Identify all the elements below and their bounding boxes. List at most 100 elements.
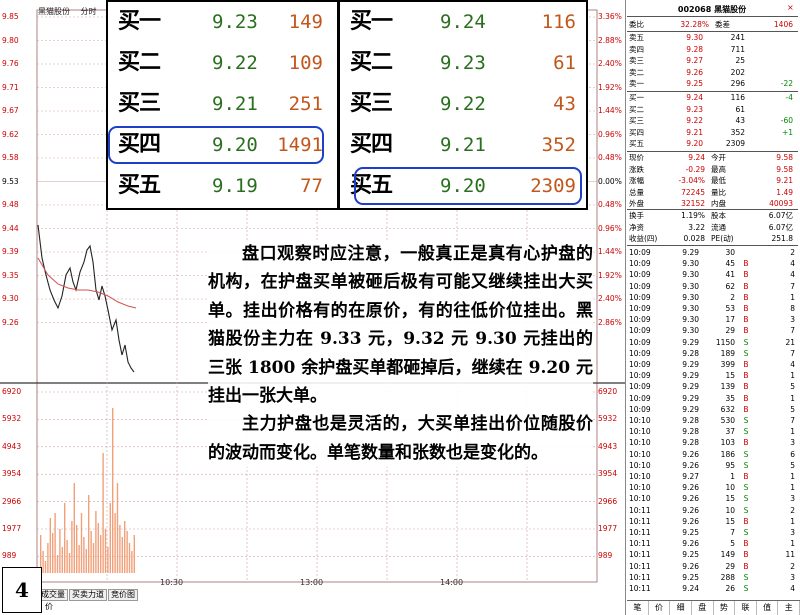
bid-row: 买三 9.22 43 bbox=[340, 84, 586, 124]
bid-price: 9.23 bbox=[440, 52, 486, 74]
trade-row: 10:11 9.25 288 S 3 bbox=[629, 573, 797, 583]
volume-tick: 4943 bbox=[598, 441, 618, 451]
trade-volume: 139 bbox=[720, 382, 735, 392]
trade-price: 9.26 bbox=[682, 561, 699, 571]
stat-label: 涨跌 bbox=[629, 164, 644, 174]
volume-bar bbox=[107, 547, 109, 573]
tab-buy-sell-force[interactable]: 买卖力道 bbox=[69, 589, 107, 601]
bid-price: 9.22 bbox=[686, 116, 703, 125]
trade-time: 10:09 bbox=[629, 292, 651, 302]
price-tick: 9.85 bbox=[2, 12, 19, 21]
trade-time: 10:09 bbox=[629, 315, 651, 325]
quote-tab[interactable]: 势 bbox=[714, 601, 736, 615]
ask-volume: 296 bbox=[730, 79, 745, 88]
bid-label: 买一 bbox=[629, 93, 644, 102]
quote-tab[interactable]: 联 bbox=[735, 601, 757, 615]
stat-value: 1.19% bbox=[681, 211, 705, 220]
divider bbox=[627, 245, 798, 246]
trade-count: 6 bbox=[790, 449, 795, 459]
trade-price: 9.25 bbox=[682, 528, 699, 537]
volume-bar bbox=[102, 453, 104, 573]
quote-tab[interactable]: 笔 bbox=[627, 601, 649, 615]
quote-row: 涨跌 -0.29 最高 9.58 bbox=[629, 165, 797, 175]
trade-price: 9.30 bbox=[682, 281, 699, 291]
bid-price: 9.24 bbox=[440, 11, 486, 33]
volume-bar bbox=[52, 533, 54, 573]
trade-price: 9.26 bbox=[682, 483, 699, 493]
bid-level-label: 买一 bbox=[350, 9, 393, 34]
stat-label: 量比 bbox=[711, 187, 726, 197]
stat-value: 0.028 bbox=[683, 234, 705, 243]
trade-count: 4 bbox=[790, 584, 795, 593]
trade-time: 10:11 bbox=[629, 516, 651, 526]
close-icon[interactable]: × bbox=[787, 3, 794, 12]
quote-tab[interactable]: 盘 bbox=[692, 601, 714, 615]
bid-level-label: 买五 bbox=[118, 173, 161, 198]
trade-count: 2 bbox=[790, 561, 795, 571]
bid-volume: 116 bbox=[541, 11, 576, 33]
trade-price: 9.29 bbox=[682, 360, 699, 369]
trade-volume: 5 bbox=[730, 539, 735, 549]
trade-time: 10:11 bbox=[629, 505, 651, 515]
trade-volume: 15 bbox=[725, 371, 735, 381]
quote-row: 净资 3.22 流通 6.07亿 bbox=[629, 223, 797, 233]
divider bbox=[627, 151, 798, 152]
trade-time: 10:11 bbox=[629, 539, 651, 549]
stat-label: 换手 bbox=[629, 211, 644, 220]
trade-time: 10:10 bbox=[629, 438, 651, 448]
bid-table-after: 买一 9.24 116 买二 9.23 61 买三 9.22 43 买四 9.21 352 买五 9.20… bbox=[338, 0, 588, 210]
volume-bar bbox=[44, 561, 47, 573]
trade-time: 10:10 bbox=[629, 416, 651, 425]
trade-count: 4 bbox=[790, 270, 795, 280]
trade-row: 10:10 9.26 186 S 6 bbox=[629, 450, 797, 460]
quote-tab[interactable]: 主 bbox=[778, 601, 800, 615]
price-tick: 9.48 bbox=[2, 200, 19, 209]
trade-time: 10:11 bbox=[629, 572, 651, 582]
price-tick: 9.80 bbox=[2, 35, 19, 45]
quote-tab[interactable]: 值 bbox=[757, 601, 779, 615]
trade-count: 7 bbox=[790, 348, 795, 358]
trade-volume: 10 bbox=[725, 483, 735, 493]
ask-label: 卖五 bbox=[629, 33, 644, 42]
bid-level-label: 买二 bbox=[118, 50, 161, 75]
trade-count: 4 bbox=[790, 259, 795, 269]
trade-price: 9.26 bbox=[682, 460, 699, 470]
tab-auction-chart[interactable]: 竞价图 bbox=[108, 589, 138, 601]
trade-volume: 2 bbox=[730, 292, 735, 302]
quote-row: 收益(四) 0.028 PE(动) 251.8 bbox=[629, 234, 797, 244]
divider bbox=[627, 31, 798, 32]
trade-price: 9.29 bbox=[682, 382, 699, 392]
quote-tab[interactable]: 细 bbox=[670, 601, 692, 615]
volume-bar bbox=[83, 537, 85, 573]
trade-row: 10:11 9.26 15 B 1 bbox=[629, 517, 797, 527]
time-tick: 13:00 bbox=[300, 578, 324, 587]
stat-label: 最低 bbox=[711, 176, 726, 185]
chart-period[interactable]: 分时 bbox=[81, 7, 97, 16]
volume-tick: 989 bbox=[2, 551, 17, 561]
ask-volume: 241 bbox=[730, 33, 745, 42]
trade-row: 10:11 9.24 26 S 4 bbox=[629, 584, 797, 594]
weicha-label: 委差 bbox=[715, 20, 730, 29]
stat-label: 流通 bbox=[711, 222, 726, 232]
trade-row: 10:09 9.30 41 B 4 bbox=[629, 270, 797, 280]
trade-time: 10:09 bbox=[629, 270, 651, 280]
bid-volume: 43 bbox=[735, 116, 745, 125]
volume-tick: 6920 bbox=[598, 387, 618, 396]
stat-label: 涨幅 bbox=[629, 176, 644, 185]
volume-bar bbox=[80, 513, 83, 573]
trade-side: B bbox=[743, 304, 749, 313]
page-number: 4 bbox=[2, 567, 42, 613]
trade-row: 10:10 9.28 530 S 7 bbox=[629, 416, 797, 426]
stat-value: -3.04% bbox=[678, 176, 705, 185]
trade-volume: 149 bbox=[720, 550, 735, 560]
trade-price: 9.29 bbox=[682, 248, 699, 257]
quote-tab[interactable]: 价 bbox=[649, 601, 671, 615]
bid-price: 9.19 bbox=[212, 175, 258, 197]
bid-row: 买二 9.23 61 bbox=[340, 43, 586, 83]
trade-price: 9.26 bbox=[682, 539, 699, 549]
annotation-paragraph: 主力护盘也是灵活的，大买单挂出价位随股价的波动而变化。单笔数量和张数也是变化的。 bbox=[208, 414, 593, 463]
bid-volume: 352 bbox=[541, 134, 576, 156]
volume-bar bbox=[73, 483, 75, 573]
percent-tick: 1.92% bbox=[598, 82, 622, 92]
tab-volume[interactable]: 成交量 bbox=[38, 589, 68, 601]
